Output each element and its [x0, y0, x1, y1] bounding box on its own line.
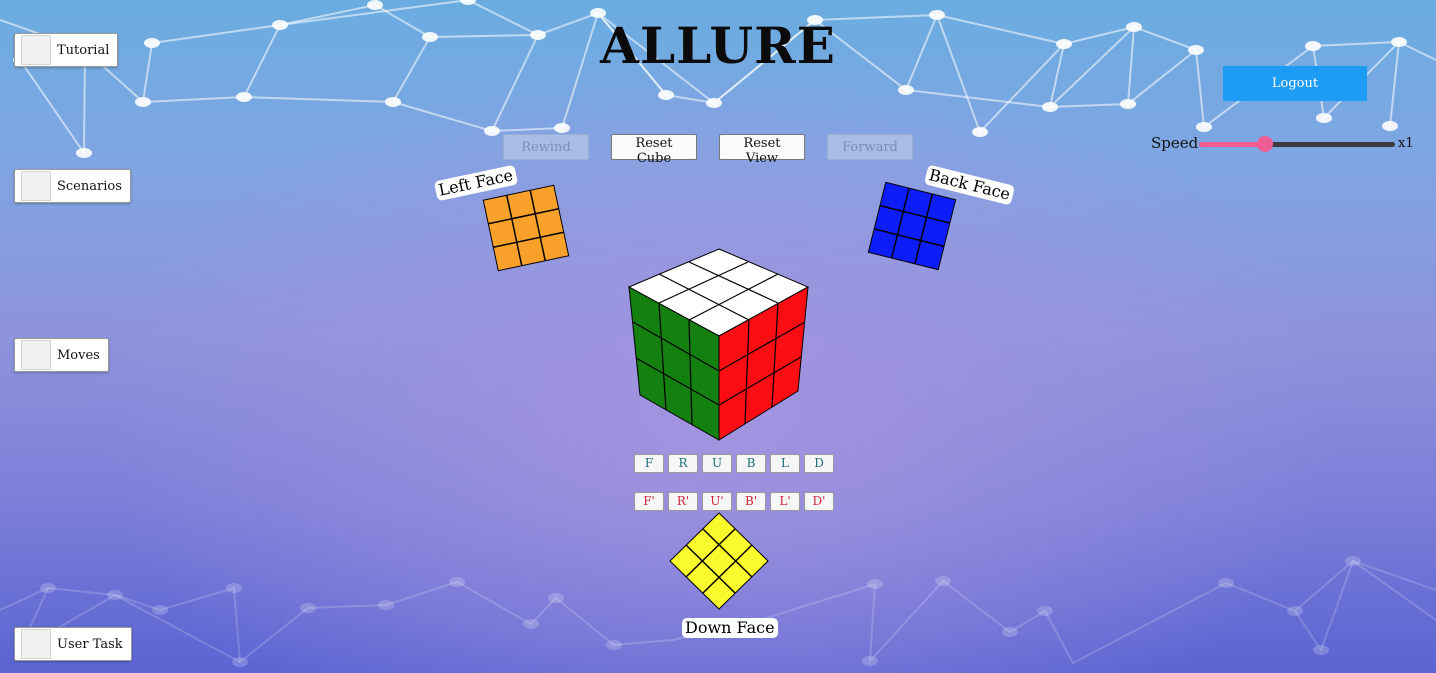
- back-face-preview: [867, 181, 957, 271]
- reset-cube-button[interactable]: Reset Cube: [611, 134, 697, 166]
- move-button-r[interactable]: R: [668, 454, 698, 473]
- move-button-prime-l[interactable]: L': [770, 492, 800, 511]
- forward-button[interactable]: Forward: [827, 134, 913, 160]
- sidebar-item-label: User Task: [57, 636, 123, 652]
- speed-slider-thumb[interactable]: [1257, 136, 1273, 152]
- move-button-prime-r[interactable]: R': [668, 492, 698, 511]
- speed-value: x1: [1398, 136, 1414, 151]
- move-button-prime-d[interactable]: D': [804, 492, 834, 511]
- move-button-f[interactable]: F: [634, 454, 664, 473]
- speed-label: Speed: [1151, 134, 1199, 152]
- move-button-prime-u[interactable]: U': [702, 492, 732, 511]
- move-button-d[interactable]: D: [804, 454, 834, 473]
- reset-view-button[interactable]: Reset View: [719, 134, 805, 166]
- move-button-u[interactable]: U: [702, 454, 732, 473]
- rewind-button[interactable]: Rewind: [503, 134, 589, 160]
- sidebar-item-moves[interactable]: Moves: [14, 338, 109, 372]
- sidebar-item-label: Scenarios: [57, 178, 122, 194]
- app-title: ALLURE: [600, 16, 836, 75]
- down-face-label: Down Face: [682, 618, 778, 638]
- move-button-prime-f[interactable]: F': [634, 492, 664, 511]
- toggle-square-icon: [21, 340, 51, 370]
- down-face-preview: [669, 512, 769, 610]
- toggle-square-icon: [21, 171, 51, 201]
- sidebar-item-user-task[interactable]: User Task: [14, 627, 132, 661]
- speed-slider-track[interactable]: [1199, 142, 1395, 147]
- left-face-preview: [482, 184, 570, 272]
- move-button-l[interactable]: L: [770, 454, 800, 473]
- move-button-prime-b[interactable]: B': [736, 492, 766, 511]
- toggle-square-icon: [21, 629, 51, 659]
- sidebar-item-label: Moves: [57, 347, 100, 363]
- rubiks-cube-3d[interactable]: [625, 244, 815, 444]
- sidebar-item-scenarios[interactable]: Scenarios: [14, 169, 131, 203]
- logout-button[interactable]: Logout: [1223, 66, 1367, 101]
- move-button-b[interactable]: B: [736, 454, 766, 473]
